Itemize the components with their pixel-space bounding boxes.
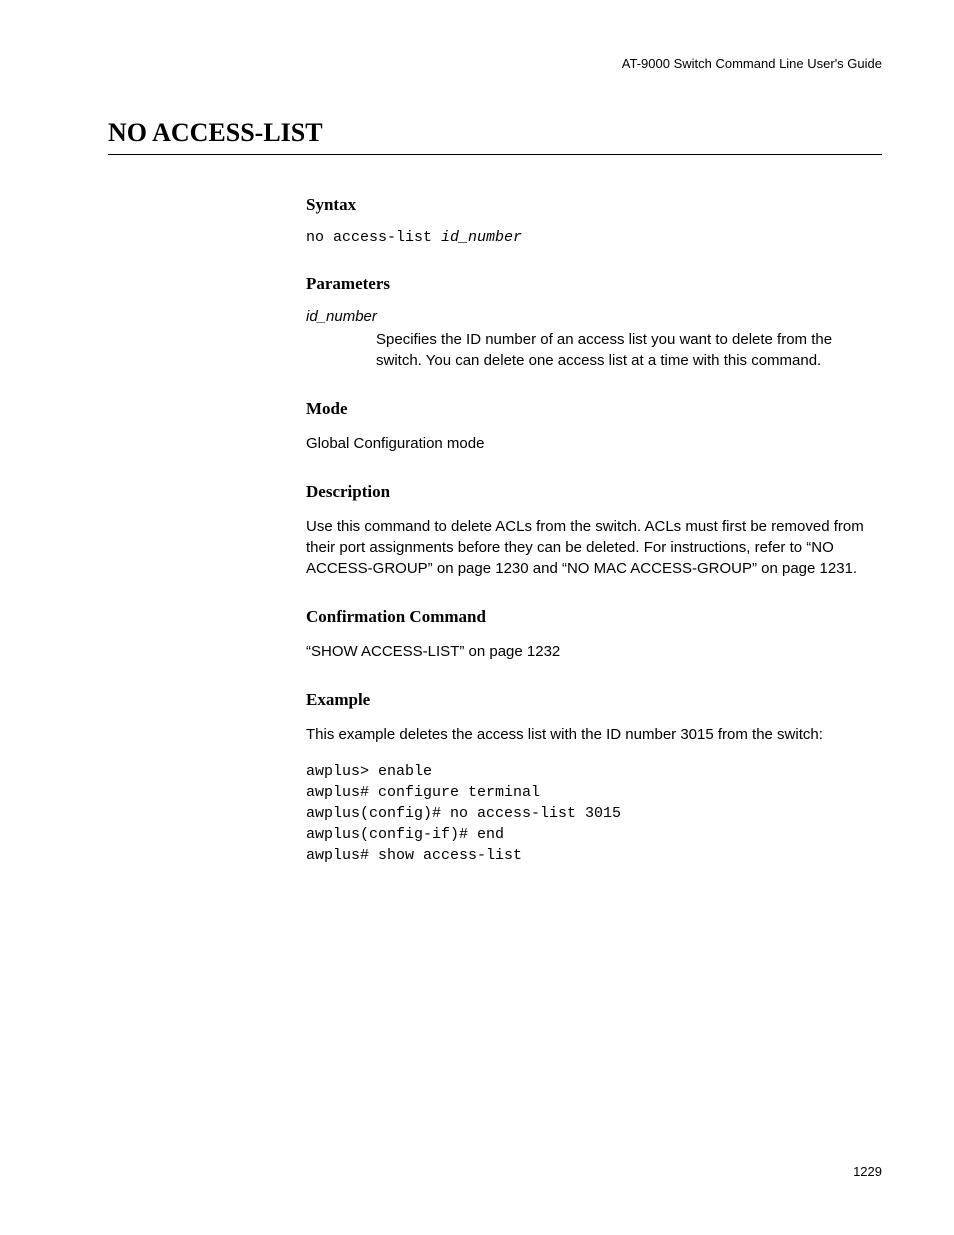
- page-title: NO ACCESS-LIST: [108, 118, 882, 155]
- syntax-heading: Syntax: [306, 195, 882, 215]
- mode-text: Global Configuration mode: [306, 433, 882, 454]
- param-name: id_number: [306, 308, 882, 325]
- example-heading: Example: [306, 690, 882, 710]
- example-intro: This example deletes the access list wit…: [306, 724, 882, 745]
- parameters-heading: Parameters: [306, 274, 882, 294]
- confirmation-text: “SHOW ACCESS-LIST” on page 1232: [306, 641, 882, 662]
- mode-heading: Mode: [306, 399, 882, 419]
- param-desc: Specifies the ID number of an access lis…: [376, 329, 882, 371]
- description-heading: Description: [306, 482, 882, 502]
- page-number: 1229: [853, 1164, 882, 1179]
- syntax-code: no access-list id_number: [306, 229, 882, 246]
- example-code: awplus> enable awplus# configure termina…: [306, 761, 882, 866]
- syntax-cmd-prefix: no access-list: [306, 229, 441, 246]
- syntax-cmd-arg: id_number: [441, 229, 522, 246]
- description-text: Use this command to delete ACLs from the…: [306, 516, 882, 579]
- doc-header: AT-9000 Switch Command Line User's Guide: [622, 56, 882, 71]
- content-area: Syntax no access-list id_number Paramete…: [306, 195, 882, 866]
- confirmation-heading: Confirmation Command: [306, 607, 882, 627]
